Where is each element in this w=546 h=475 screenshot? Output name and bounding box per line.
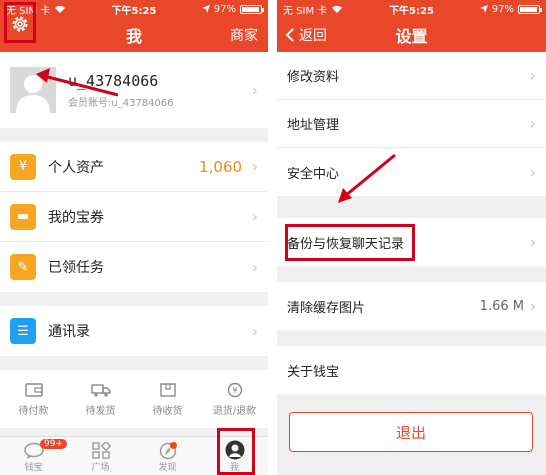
back-label: 返回 (299, 28, 327, 44)
chevron-left-icon (285, 28, 294, 42)
back-button[interactable]: 返回 (277, 25, 327, 45)
settings-button[interactable] (4, 2, 36, 43)
annotation-arrow-profile (36, 68, 396, 203)
merchant-link[interactable]: 商家 (230, 25, 258, 45)
gear-icon (12, 16, 28, 32)
